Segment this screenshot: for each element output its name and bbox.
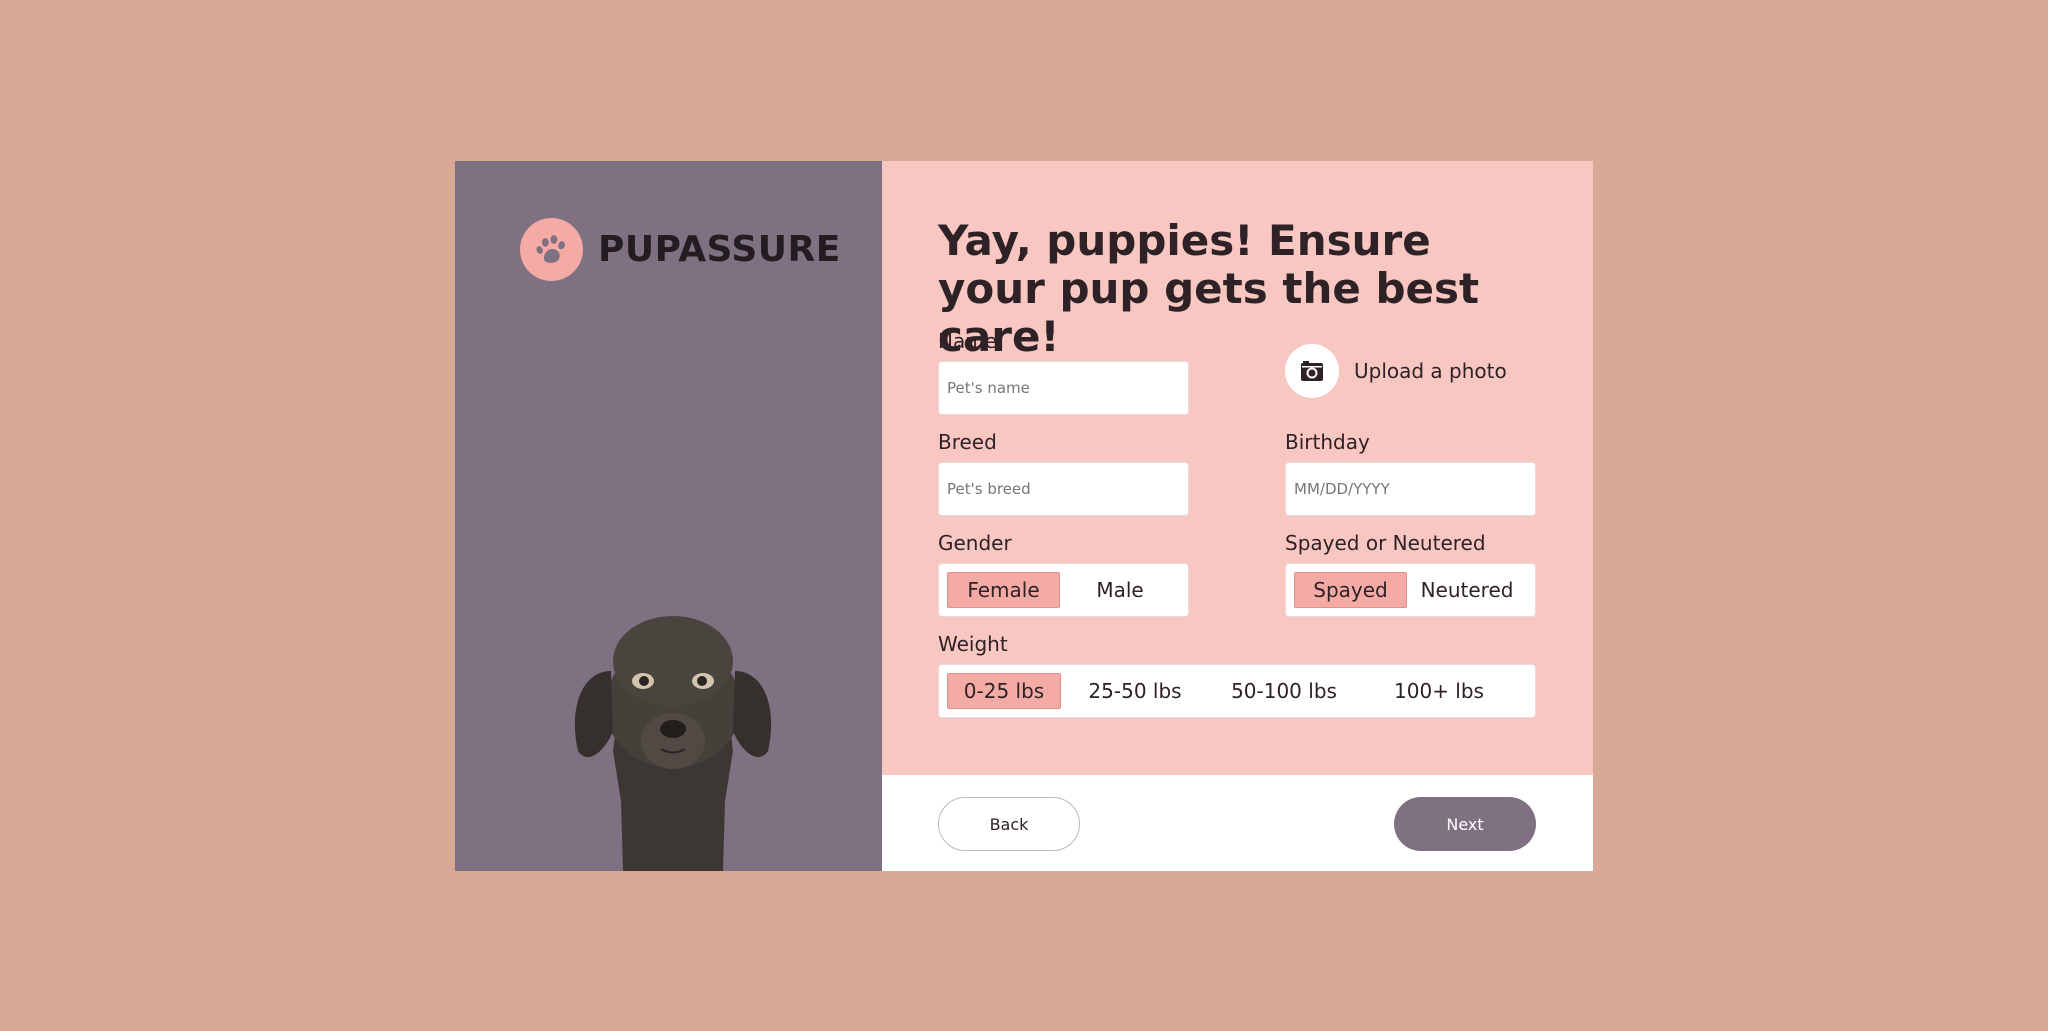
birthday-input[interactable] xyxy=(1285,462,1536,516)
weight-selector: 0-25 lbs 25-50 lbs 50-100 lbs 100+ lbs xyxy=(938,664,1536,718)
signup-card: PUPASSURE Yay, puppies! Ensure your pup … xyxy=(455,161,1593,871)
breed-input[interactable] xyxy=(938,462,1189,516)
upload-photo-label: Upload a photo xyxy=(1354,359,1507,383)
page-title: Yay, puppies! Ensure your pup gets the b… xyxy=(938,216,1480,361)
upload-photo-button[interactable]: Upload a photo xyxy=(1285,344,1507,398)
name-label: Name xyxy=(938,329,998,353)
brand-logo xyxy=(520,218,583,281)
spayed-option-neutered[interactable]: Neutered xyxy=(1407,572,1527,608)
gender-option-female[interactable]: Female xyxy=(947,572,1061,608)
camera-icon xyxy=(1301,361,1323,381)
back-button[interactable]: Back xyxy=(938,797,1080,851)
weight-option-50-100[interactable]: 50-100 lbs xyxy=(1209,673,1359,709)
weight-label: Weight xyxy=(938,632,1008,656)
paw-icon xyxy=(535,234,565,263)
spayed-option-spayed[interactable]: Spayed xyxy=(1294,572,1408,608)
brand-panel: PUPASSURE xyxy=(455,161,882,871)
gender-label: Gender xyxy=(938,531,1012,555)
spayed-label: Spayed or Neutered xyxy=(1285,531,1486,555)
birthday-label: Birthday xyxy=(1285,430,1370,454)
weight-option-100-plus[interactable]: 100+ lbs xyxy=(1359,673,1519,709)
breed-label: Breed xyxy=(938,430,997,454)
brand-name: PUPASSURE xyxy=(598,229,841,270)
spayed-selector: Spayed Neutered xyxy=(1285,563,1536,617)
next-button[interactable]: Next xyxy=(1394,797,1536,851)
form-footer: Back Next xyxy=(882,775,1593,871)
camera-button[interactable] xyxy=(1285,344,1339,398)
puppy-photo xyxy=(574,616,772,871)
gender-option-male[interactable]: Male xyxy=(1060,572,1180,608)
weight-option-0-25[interactable]: 0-25 lbs xyxy=(947,673,1061,709)
weight-option-25-50[interactable]: 25-50 lbs xyxy=(1061,673,1209,709)
form-panel: Yay, puppies! Ensure your pup gets the b… xyxy=(882,161,1593,871)
name-input[interactable] xyxy=(938,361,1189,415)
brand: PUPASSURE xyxy=(520,218,841,281)
gender-selector: Female Male xyxy=(938,563,1189,617)
